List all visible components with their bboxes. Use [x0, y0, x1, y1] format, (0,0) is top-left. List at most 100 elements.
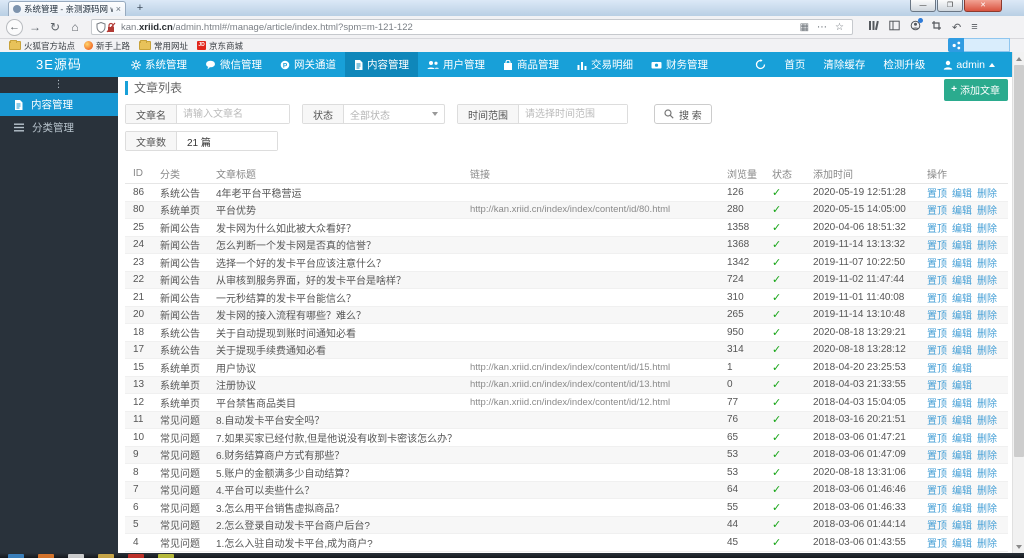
plugin-icon[interactable]	[948, 38, 964, 52]
page-actions-icon[interactable]: ⋯	[817, 22, 827, 33]
op-link[interactable]: 删除	[977, 346, 997, 357]
nav-item-system[interactable]: 系统管理	[122, 52, 196, 77]
nav-item-transactions[interactable]: 交易明细	[568, 52, 642, 77]
op-link[interactable]: 删除	[977, 504, 997, 515]
time-range-input[interactable]	[519, 105, 627, 123]
op-link[interactable]: 删除	[977, 451, 997, 462]
bookmark-item[interactable]: 新手上路	[84, 40, 130, 52]
taskbar-icon[interactable]	[68, 554, 84, 558]
op-link[interactable]: 删除	[977, 521, 997, 532]
op-link[interactable]: 编辑	[952, 416, 972, 427]
op-link[interactable]: 编辑	[952, 469, 972, 480]
op-link[interactable]: 编辑	[952, 311, 972, 322]
op-link[interactable]: 编辑	[952, 346, 972, 357]
plugin-search-box[interactable]	[964, 38, 1010, 52]
nav-item-finance[interactable]: 财务管理	[642, 52, 717, 77]
nav-item-users[interactable]: 用户管理	[418, 52, 494, 77]
op-link[interactable]: 置顶	[927, 434, 947, 445]
back-icon[interactable]: ←	[6, 18, 23, 36]
op-link[interactable]: 置顶	[927, 206, 947, 217]
scroll-down-arrow[interactable]	[1013, 540, 1024, 553]
op-link[interactable]: 编辑	[952, 206, 972, 217]
minimize-button[interactable]: —	[910, 0, 936, 12]
op-link[interactable]: 置顶	[927, 451, 947, 462]
start-orb[interactable]	[8, 554, 24, 558]
op-link[interactable]: 编辑	[952, 539, 972, 550]
windows-taskbar[interactable]	[0, 553, 1024, 558]
bookmark-item[interactable]: JD 京东商城	[197, 40, 243, 52]
op-link[interactable]: 编辑	[952, 189, 972, 200]
header-home-link[interactable]: 首页	[784, 57, 805, 72]
op-link[interactable]: 置顶	[927, 329, 947, 340]
op-link[interactable]: 置顶	[927, 311, 947, 322]
op-link[interactable]: 置顶	[927, 399, 947, 410]
op-link[interactable]: 删除	[977, 259, 997, 270]
taskbar-icon[interactable]	[128, 554, 144, 558]
status-select[interactable]: 全部状态	[344, 105, 444, 123]
bookmark-star-icon[interactable]: ☆	[835, 22, 844, 33]
op-link[interactable]: 删除	[977, 189, 997, 200]
menu-icon[interactable]: ≡	[971, 21, 977, 33]
taskbar-icon[interactable]	[38, 554, 54, 558]
op-link[interactable]: 置顶	[927, 241, 947, 252]
page-scrollbar[interactable]	[1012, 52, 1024, 553]
nav-item-content[interactable]: 内容管理	[345, 52, 418, 77]
search-button[interactable]: 搜 索	[654, 104, 712, 124]
op-link[interactable]: 删除	[977, 399, 997, 410]
op-link[interactable]: 删除	[977, 329, 997, 340]
op-link[interactable]: 置顶	[927, 294, 947, 305]
op-link[interactable]: 编辑	[952, 241, 972, 252]
op-link[interactable]: 置顶	[927, 539, 947, 550]
home-icon[interactable]: ⌂	[65, 20, 85, 34]
op-link[interactable]: 删除	[977, 311, 997, 322]
op-link[interactable]: 置顶	[927, 364, 947, 375]
scrollbar-thumb[interactable]	[1014, 65, 1024, 457]
sidebar-toggle-icon[interactable]	[889, 20, 900, 34]
check-upgrade-link[interactable]: 检测升级	[883, 57, 925, 72]
op-link[interactable]: 置顶	[927, 504, 947, 515]
op-link[interactable]: 置顶	[927, 259, 947, 270]
nav-item-gateway[interactable]: P 网关通道	[271, 52, 345, 77]
new-tab-button[interactable]: +	[132, 2, 148, 15]
taskbar-icon[interactable]	[98, 554, 114, 558]
op-link[interactable]: 删除	[977, 486, 997, 497]
sidebar-collapse-toggle[interactable]: ⋮	[0, 77, 118, 93]
user-menu[interactable]: admin	[943, 59, 995, 71]
article-name-input[interactable]	[177, 105, 289, 123]
undo-icon[interactable]: ↶	[952, 21, 961, 34]
op-link[interactable]: 编辑	[952, 381, 972, 392]
op-link[interactable]: 编辑	[952, 294, 972, 305]
address-bar[interactable]: kan.xriid.cn/admin.html#/manage/article/…	[91, 19, 853, 35]
nav-item-goods[interactable]: 商品管理	[494, 52, 568, 77]
op-link[interactable]: 编辑	[952, 224, 972, 235]
close-window-button[interactable]: ✕	[964, 0, 1002, 12]
op-link[interactable]: 置顶	[927, 486, 947, 497]
op-link[interactable]: 删除	[977, 241, 997, 252]
refresh-icon[interactable]	[755, 59, 766, 70]
app-logo[interactable]: 3E源码	[36, 52, 82, 77]
op-link[interactable]: 编辑	[952, 399, 972, 410]
op-link[interactable]: 置顶	[927, 189, 947, 200]
op-link[interactable]: 编辑	[952, 276, 972, 287]
op-link[interactable]: 置顶	[927, 346, 947, 357]
op-link[interactable]: 删除	[977, 434, 997, 445]
op-link[interactable]: 置顶	[927, 276, 947, 287]
sidebar-item-category[interactable]: 分类管理	[0, 116, 118, 139]
sidebar-item-content[interactable]: 内容管理	[0, 93, 118, 116]
op-link[interactable]: 编辑	[952, 329, 972, 340]
op-link[interactable]: 置顶	[927, 224, 947, 235]
maximize-button[interactable]: ❐	[937, 0, 963, 12]
op-link[interactable]: 删除	[977, 416, 997, 427]
nav-item-wechat[interactable]: 微信管理	[196, 52, 271, 77]
browser-tab[interactable]: 系统管理 - 亲测源码网 www.q ×	[8, 1, 126, 16]
op-link[interactable]: 删除	[977, 206, 997, 217]
scroll-up-arrow[interactable]	[1013, 52, 1024, 65]
reload-icon[interactable]: ↻	[45, 20, 65, 34]
qr-code-icon[interactable]: ▦	[800, 22, 809, 33]
op-link[interactable]: 删除	[977, 224, 997, 235]
op-link[interactable]: 编辑	[952, 451, 972, 462]
op-link[interactable]: 编辑	[952, 364, 972, 375]
clear-cache-link[interactable]: 清除缓存	[823, 57, 865, 72]
op-link[interactable]: 置顶	[927, 521, 947, 532]
tab-close-icon[interactable]: ×	[116, 4, 121, 14]
